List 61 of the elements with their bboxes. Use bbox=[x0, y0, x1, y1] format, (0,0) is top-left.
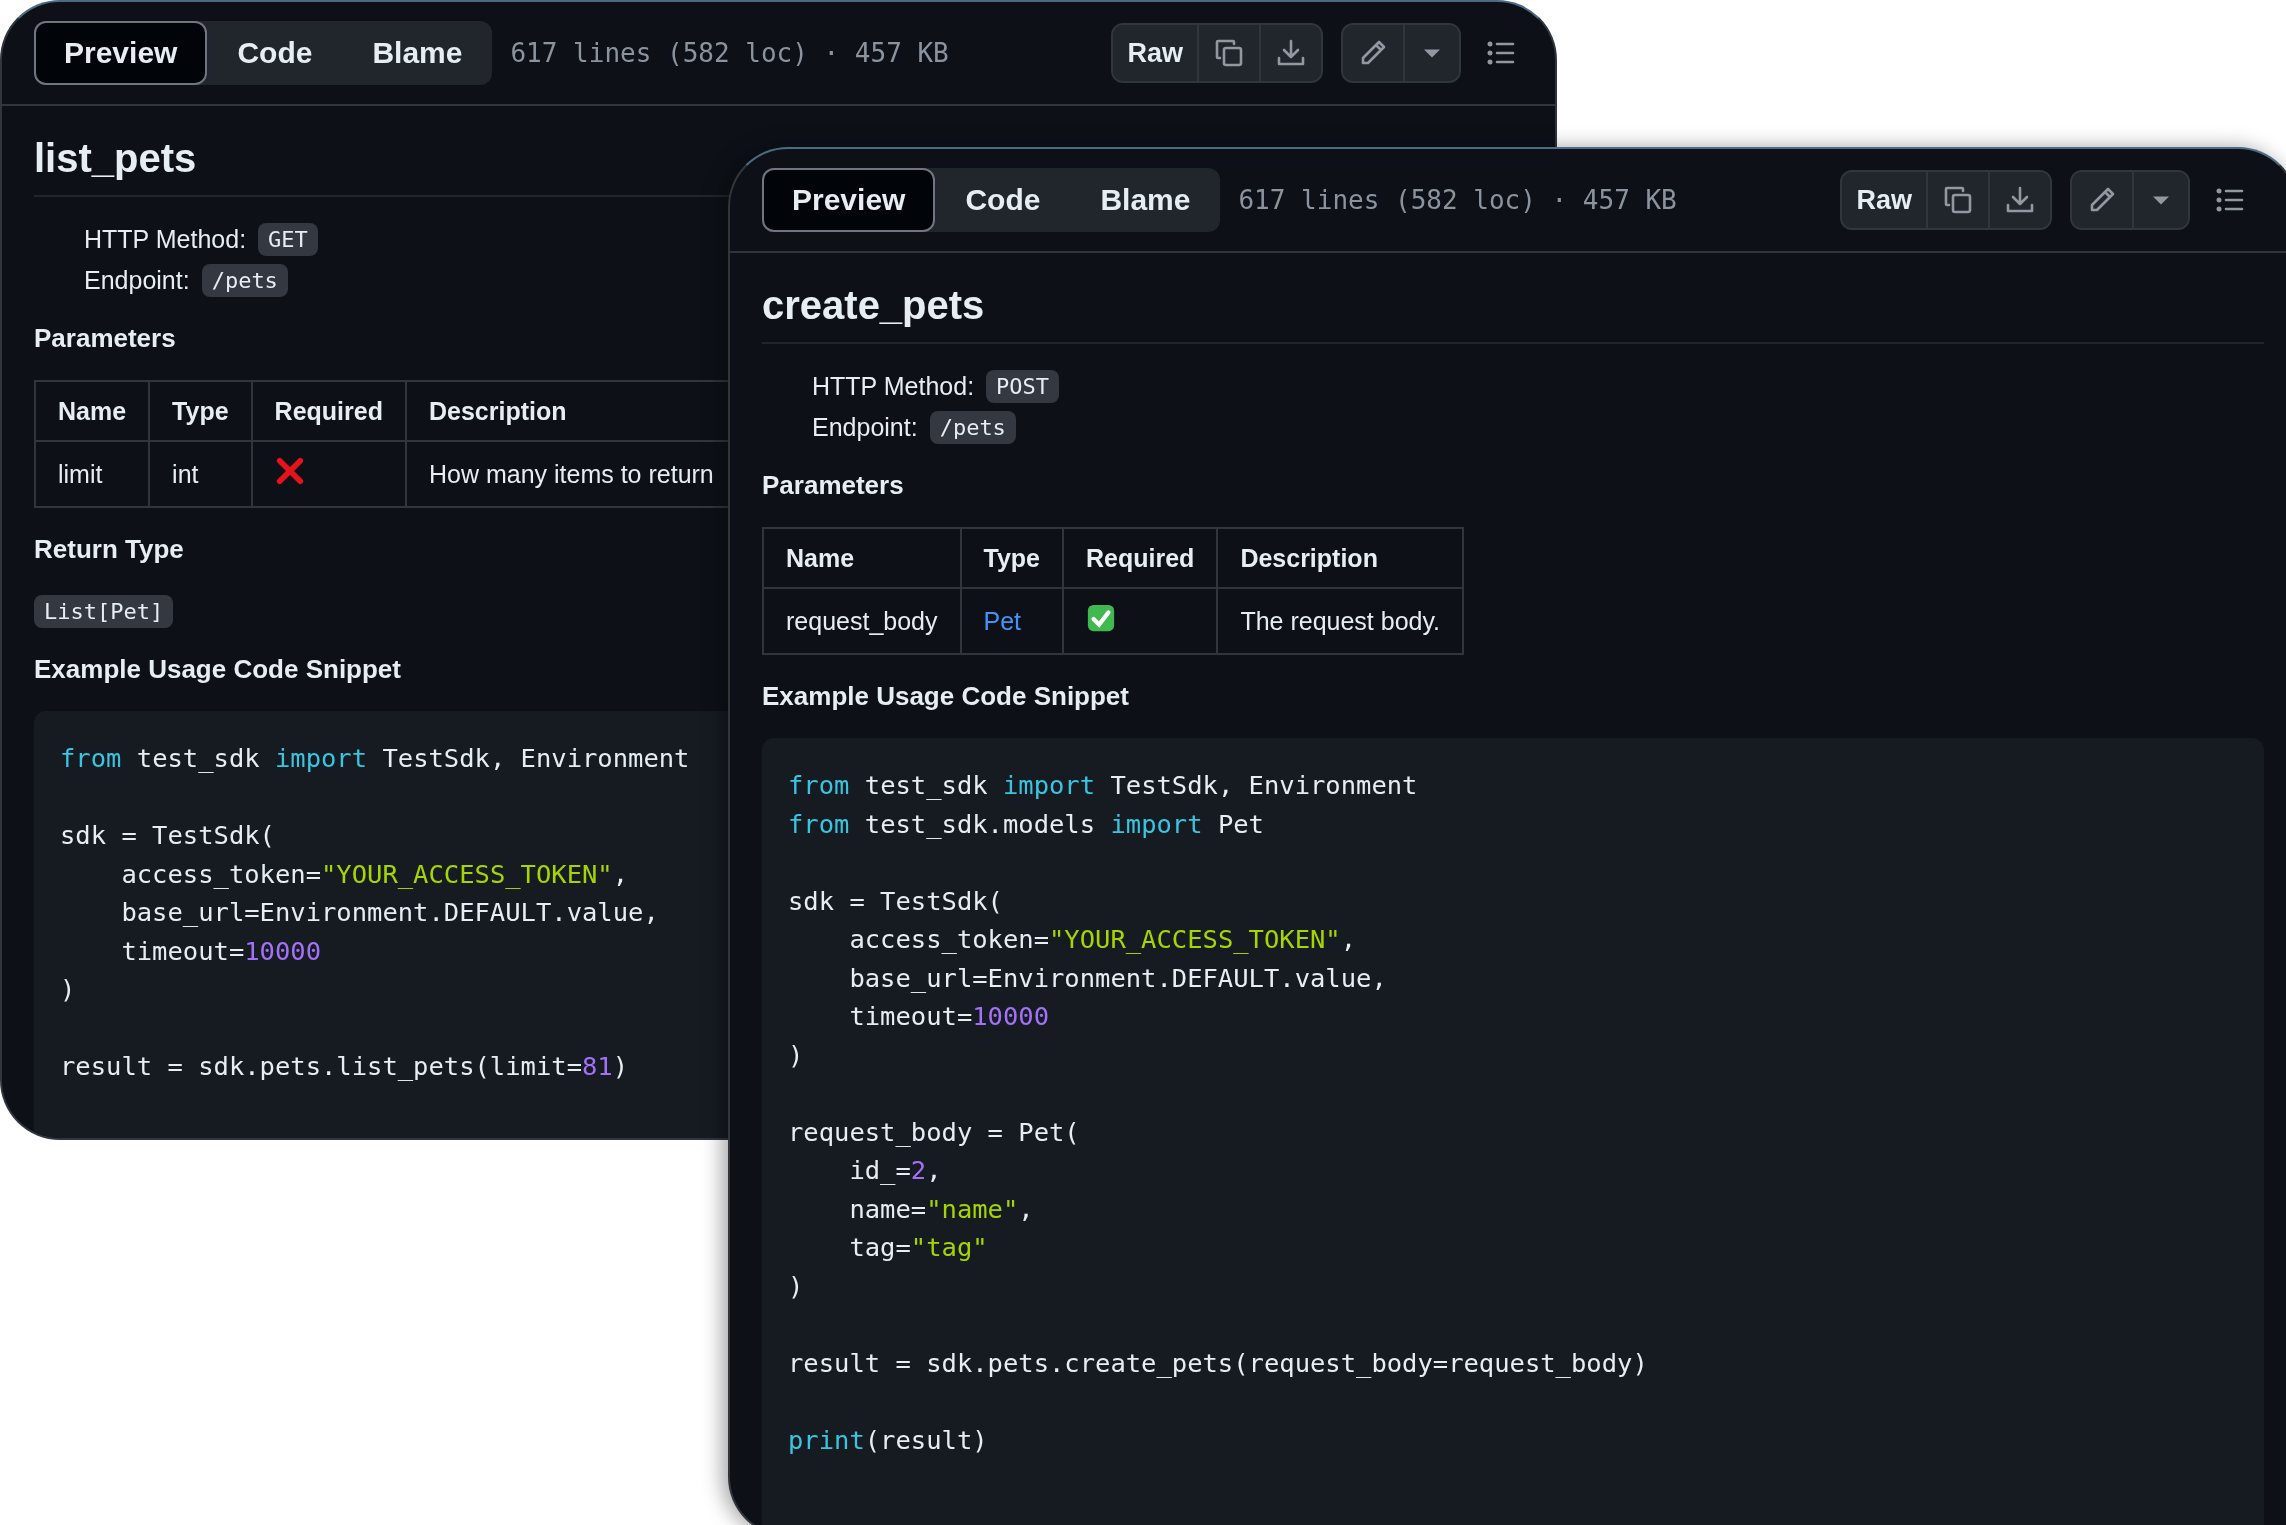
file-info: 617 lines (582 loc) · 457 KB bbox=[510, 38, 949, 68]
more-edit-options-button[interactable] bbox=[1403, 25, 1459, 81]
code-line: ) bbox=[788, 1039, 804, 1070]
view-tab[interactable]: Blame bbox=[342, 21, 493, 85]
code-line: access_token="YOUR_ACCESS_TOKEN", bbox=[848, 924, 1357, 954]
section-heading: Return Type bbox=[34, 534, 184, 565]
endpoint-value: /pets bbox=[929, 411, 1016, 444]
caret-icon bbox=[2153, 195, 2169, 205]
code-line: ) bbox=[60, 974, 76, 1004]
table-cell: int bbox=[149, 441, 252, 507]
view-tab[interactable]: Code bbox=[207, 21, 343, 85]
code-line: timeout=10000 bbox=[120, 935, 321, 966]
column-header: Required bbox=[251, 381, 406, 441]
copy-icon bbox=[1942, 184, 1974, 216]
column-header: Name bbox=[35, 381, 150, 441]
code-line: result = sdk.pets.create_pets(request_body=request_body) bbox=[788, 1347, 1648, 1378]
http-method-value: POST bbox=[986, 370, 1060, 403]
http-method-value: GET bbox=[258, 223, 318, 256]
code-line: name="name", bbox=[848, 1193, 1034, 1224]
table-cell: limit bbox=[35, 441, 150, 507]
code-line: from test_sdk.models import Pet bbox=[788, 808, 1264, 839]
type-link[interactable]: Pet bbox=[960, 588, 1063, 654]
http-method-label: HTTP Method: bbox=[84, 225, 247, 254]
endpoint-label: Endpoint: bbox=[812, 413, 918, 442]
endpoint-label: Endpoint: bbox=[84, 266, 190, 295]
code-line: timeout=10000 bbox=[848, 1001, 1049, 1031]
code-line: sdk = TestSdk( bbox=[788, 885, 1003, 916]
more-edit-options-button[interactable] bbox=[2132, 172, 2188, 228]
caret-icon bbox=[1424, 48, 1440, 58]
code-line: from test_sdk import TestSdk, Environment bbox=[788, 770, 1418, 800]
code-line: ) bbox=[788, 1270, 804, 1301]
section-heading: Example Usage Code Snippet bbox=[34, 654, 401, 685]
code-line: id_=2, bbox=[848, 1155, 942, 1185]
code-line: base_url=Environment.DEFAULT.value, bbox=[120, 897, 659, 927]
column-header: Name bbox=[763, 528, 961, 588]
endpoint-value: /pets bbox=[201, 264, 288, 297]
code-line: result = sdk.pets.list_pets(limit=81) bbox=[60, 1051, 629, 1081]
download-button[interactable] bbox=[1988, 172, 2050, 228]
code-line: sdk = TestSdk( bbox=[60, 820, 275, 850]
column-header: Type bbox=[960, 528, 1063, 588]
section-heading: Example Usage Code Snippet bbox=[762, 681, 1129, 712]
return-type-value: List[Pet] bbox=[34, 595, 174, 628]
function-title: create_pets bbox=[762, 283, 2264, 344]
copy-icon bbox=[1213, 37, 1245, 69]
view-tab[interactable]: Preview bbox=[762, 168, 936, 232]
code-line: access_token="YOUR_ACCESS_TOKEN", bbox=[120, 858, 629, 889]
section-heading: Parameters bbox=[762, 470, 904, 501]
download-button[interactable] bbox=[1259, 25, 1321, 81]
table-cell: The request body. bbox=[1217, 588, 1464, 654]
section-heading: Parameters bbox=[34, 323, 176, 354]
http-method-label: HTTP Method: bbox=[812, 372, 975, 401]
code-line: tag="tag" bbox=[848, 1232, 988, 1262]
column-header: Required bbox=[1063, 528, 1218, 588]
code-line: base_url=Environment.DEFAULT.value, bbox=[848, 962, 1387, 993]
view-tab[interactable]: Preview bbox=[34, 21, 208, 85]
column-header: Type bbox=[149, 381, 252, 441]
code-line: request_body = Pet( bbox=[788, 1116, 1080, 1147]
table-cell: request_body bbox=[763, 588, 961, 654]
code-line: print(result) bbox=[788, 1424, 988, 1455]
code-line: from test_sdk import TestSdk, Environment bbox=[60, 743, 690, 773]
column-header: Description bbox=[1217, 528, 1464, 588]
